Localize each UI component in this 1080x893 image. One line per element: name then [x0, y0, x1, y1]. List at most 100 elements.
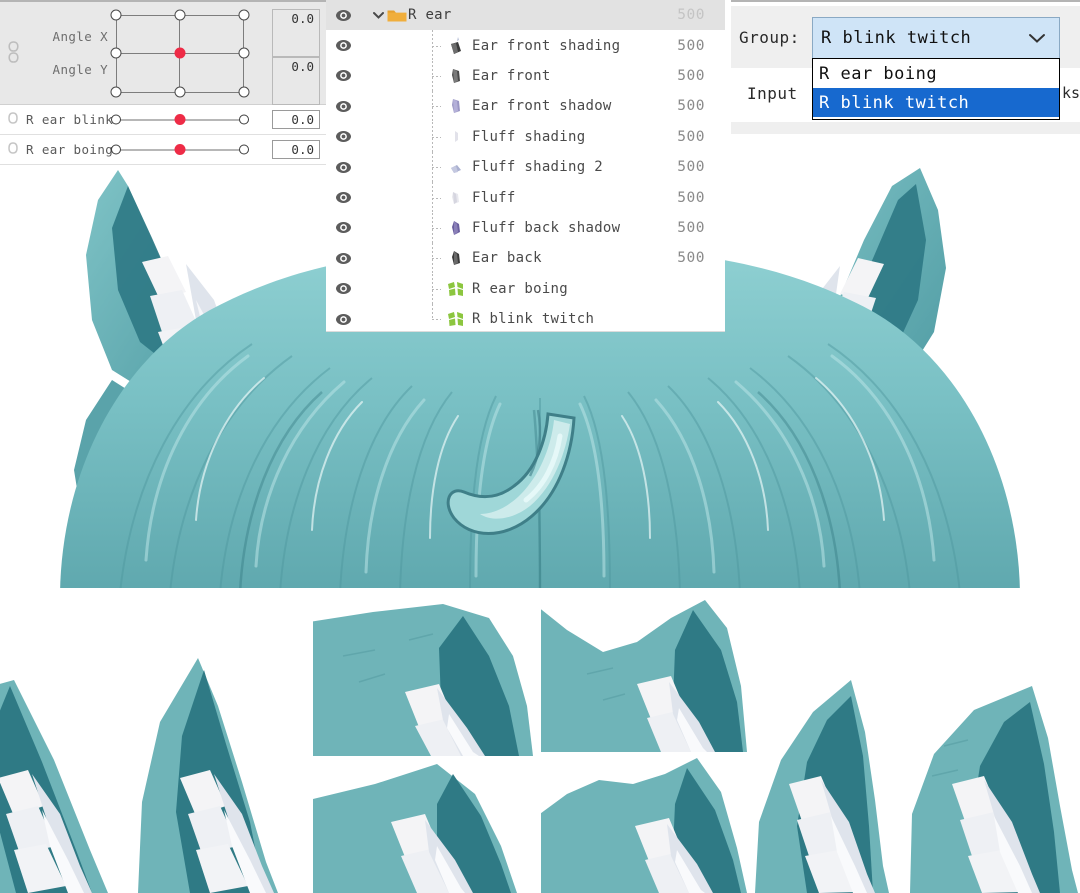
- keyform-point[interactable]: [110, 86, 122, 98]
- layer-opacity[interactable]: 500: [663, 68, 725, 84]
- group-dropdown-value: R blink twitch: [821, 28, 972, 48]
- layer-tree-cell[interactable]: R ear boing: [360, 273, 663, 304]
- layer-tree-cell[interactable]: Fluff shading: [360, 121, 663, 152]
- layer-row-r-blink-twitch[interactable]: R blink twitch: [326, 303, 725, 334]
- frame-thumbnail[interactable]: [910, 684, 1080, 893]
- layer-row-fluff-back-shadow[interactable]: Fluff back shadow 500: [326, 212, 725, 244]
- keyform-point-active[interactable]: [174, 47, 186, 59]
- chevron-down-icon[interactable]: [370, 11, 386, 20]
- frame-thumbnail[interactable]: [138, 652, 310, 893]
- layer-opacity[interactable]: 500: [663, 190, 725, 206]
- parameter-row-r-ear-boing[interactable]: R ear boing 0.0: [0, 135, 326, 165]
- frame-thumbnail[interactable]: [0, 650, 140, 893]
- chevron-down-icon[interactable]: [1027, 29, 1047, 48]
- layer-opacity[interactable]: 500: [663, 38, 725, 54]
- layer-tree-cell[interactable]: Fluff shading 2: [360, 151, 663, 183]
- layer-tree-cell[interactable]: Fluff: [360, 182, 663, 213]
- group-label: Group:: [739, 27, 800, 47]
- keyform-link-glyph: [7, 40, 19, 63]
- visibility-toggle[interactable]: [326, 69, 360, 82]
- layer-row-ear-front-shading[interactable]: Ear front shading 500: [326, 30, 725, 61]
- layer-tree-cell[interactable]: Fluff back shadow: [360, 212, 663, 244]
- layer-tree-cell[interactable]: R ear: [360, 0, 663, 30]
- frame-thumbnail[interactable]: [541, 596, 747, 752]
- art-mesh-thumbnail: [452, 68, 460, 83]
- visibility-toggle[interactable]: [326, 130, 360, 143]
- visibility-toggle[interactable]: [326, 39, 360, 52]
- slider-track[interactable]: [111, 144, 249, 155]
- slider-max-handle[interactable]: [239, 144, 249, 155]
- keyform-point[interactable]: [110, 9, 122, 21]
- parameter-slider-r-ear-blink[interactable]: [111, 105, 266, 134]
- art-mesh-thumbnail: [451, 165, 461, 174]
- slider-current-handle[interactable]: [174, 114, 186, 125]
- slider-current-handle[interactable]: [174, 144, 186, 155]
- layer-opacity[interactable]: 500: [663, 159, 725, 175]
- group-dropdown[interactable]: R blink twitch: [812, 17, 1060, 59]
- parameter-value-r-ear-boing[interactable]: 0.0: [272, 140, 320, 159]
- parameter-slider-r-ear-boing[interactable]: [111, 135, 266, 164]
- slider-max-handle[interactable]: [239, 114, 249, 125]
- layer-row-r-ear[interactable]: R ear 500: [326, 0, 725, 31]
- keyform-grid-2d[interactable]: [110, 9, 250, 98]
- parameter-keyform-grid[interactable]: [110, 2, 272, 104]
- group-dropdown-list[interactable]: R ear boing R blink twitch: [812, 58, 1060, 120]
- keyform-icon[interactable]: [0, 142, 26, 157]
- keyform-point[interactable]: [174, 9, 186, 21]
- layer-row-fluff-shading[interactable]: Fluff shading 500: [326, 121, 725, 152]
- frame-thumbnail[interactable]: [313, 760, 533, 893]
- visibility-toggle[interactable]: [326, 191, 360, 204]
- visibility-toggle[interactable]: [326, 252, 360, 265]
- layer-opacity[interactable]: 500: [663, 250, 725, 266]
- layer-opacity[interactable]: 500: [663, 220, 725, 236]
- parameter-group-angle[interactable]: Angle X Angle Y 0.0 0.0: [0, 2, 326, 105]
- frame-thumbnail[interactable]: [541, 756, 747, 893]
- layer-opacity[interactable]: 500: [663, 129, 725, 145]
- layer-tree-cell[interactable]: Ear front shadow: [360, 91, 663, 122]
- visibility-toggle[interactable]: [326, 282, 360, 295]
- parameter-value-angle-x[interactable]: 0.0: [272, 9, 320, 57]
- warp-deformer-glyph: [448, 281, 463, 296]
- visibility-toggle[interactable]: [326, 313, 360, 326]
- keyform-point[interactable]: [238, 86, 250, 98]
- keyform-point[interactable]: [238, 47, 250, 59]
- layer-row-fluff[interactable]: Fluff 500: [326, 182, 725, 213]
- keyform-icon[interactable]: [0, 112, 26, 127]
- layer-name: Fluff: [472, 189, 516, 206]
- layer-panel[interactable]: R ear 500 Ear front shading 500 Ear fron…: [326, 0, 725, 332]
- layer-tree-cell[interactable]: R blink twitch: [360, 303, 663, 334]
- keyform-point[interactable]: [110, 47, 122, 59]
- frame-thumbnail[interactable]: [313, 596, 533, 756]
- visibility-toggle[interactable]: [326, 221, 360, 234]
- parameter-value-angle-y[interactable]: 0.0: [272, 57, 320, 105]
- visibility-toggle[interactable]: [326, 9, 360, 22]
- slider-track[interactable]: [111, 114, 249, 125]
- animation-frame-strip[interactable]: [0, 588, 1080, 893]
- layer-opacity[interactable]: 500: [663, 98, 725, 114]
- layer-row-ear-back[interactable]: Ear back 500: [326, 243, 725, 274]
- parameter-row-r-ear-blink[interactable]: R ear blink 0.0: [0, 105, 326, 135]
- parameter-value-r-ear-blink[interactable]: 0.0: [272, 110, 320, 129]
- keyform-point[interactable]: [238, 9, 250, 21]
- visibility-toggle[interactable]: [326, 100, 360, 113]
- layer-row-ear-front[interactable]: Ear front 500: [326, 60, 725, 92]
- visibility-toggle[interactable]: [326, 161, 360, 174]
- layer-row-fluff-shading-2[interactable]: Fluff shading 2 500: [326, 151, 725, 183]
- keyform-point[interactable]: [174, 86, 186, 98]
- warp-deformer-icon: [444, 281, 468, 297]
- slider-min-handle[interactable]: [111, 114, 121, 125]
- parameter-panel[interactable]: Angle X Angle Y 0.0 0.0 R ear blink 0.0 …: [0, 0, 327, 165]
- dropdown-option-r-blink-twitch[interactable]: R blink twitch: [813, 88, 1059, 117]
- keyform-link-icon[interactable]: [0, 40, 26, 66]
- layer-row-r-ear-boing[interactable]: R ear boing: [326, 273, 725, 304]
- slider-min-handle[interactable]: [111, 144, 121, 155]
- layer-tree-cell[interactable]: Ear back: [360, 243, 663, 274]
- layer-tree-cell[interactable]: Ear front shading: [360, 30, 663, 61]
- inspector-panel[interactable]: Group: Input ks R blink twitch R ear boi…: [731, 0, 1080, 134]
- layer-name: Fluff shading 2: [472, 159, 603, 176]
- dropdown-option-r-ear-boing[interactable]: R ear boing: [813, 59, 1059, 88]
- layer-tree-cell[interactable]: Ear front: [360, 60, 663, 92]
- layer-row-ear-front-shadow[interactable]: Ear front shadow 500: [326, 91, 725, 122]
- frame-thumbnail[interactable]: [755, 676, 905, 893]
- layer-opacity[interactable]: 500: [663, 7, 725, 23]
